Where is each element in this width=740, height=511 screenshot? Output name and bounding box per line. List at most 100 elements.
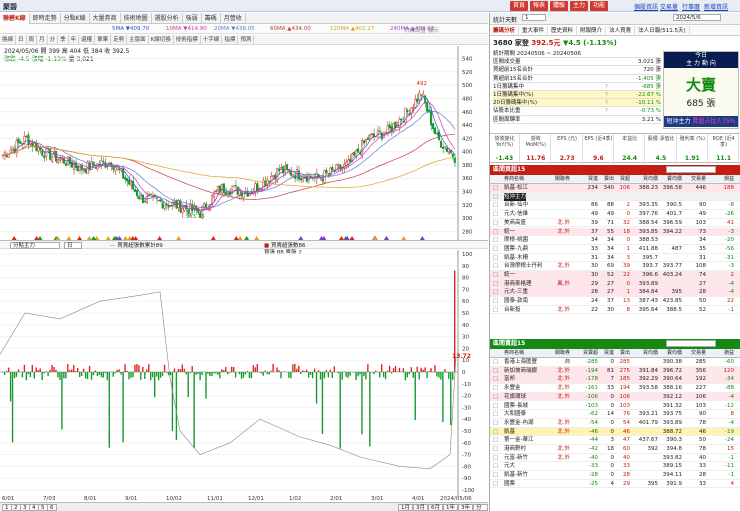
broker-row[interactable]: □ 國泰-敦南 24 37 13 387.43 423.85 50 22 bbox=[490, 297, 740, 306]
checkbox-icon[interactable]: □ bbox=[493, 480, 498, 489]
btn-main[interactable]: 主力 bbox=[570, 1, 589, 11]
tab-main-4[interactable]: 技術地圖 bbox=[121, 13, 152, 24]
broker-row[interactable]: □ 凱基-松江 234 340 106 388.23 396.58 446 188 bbox=[490, 184, 740, 193]
tab-main-8[interactable]: 月營收 bbox=[221, 13, 246, 24]
broker-row[interactable]: □ 國票-長城 -103 0 103 391.32 103 -12 bbox=[490, 402, 740, 411]
checkbox-icon[interactable]: □ bbox=[493, 393, 498, 402]
checkbox-icon[interactable]: □ bbox=[493, 297, 498, 306]
checkbox-icon[interactable]: □ bbox=[493, 236, 498, 245]
checkbox-icon[interactable]: □ bbox=[493, 219, 498, 228]
broker-row[interactable]: □ 元大 -33 0 33 389.15 33 -11 bbox=[490, 462, 740, 472]
checkbox-icon[interactable]: □ bbox=[493, 462, 498, 471]
broker-row[interactable]: □ 元大-信維 49 49 0 397.76 401.7 49 -26 bbox=[490, 210, 740, 219]
broker-row[interactable]: □ 凱基-新竹 -28 0 28 394.11 28 -1 bbox=[490, 471, 740, 480]
tool-15[interactable]: 預測 bbox=[238, 35, 255, 45]
sub-select[interactable]: 分點主力 bbox=[10, 242, 60, 249]
broker-row[interactable]: □ 台新投 北.外 22 30 8 395.64 388.5 52 -1 bbox=[490, 306, 740, 315]
price-chart[interactable]: 540 520 500 480 460 440 420 400 380 360 340 320 300 2… bbox=[0, 46, 488, 240]
range-4[interactable]: 3年 bbox=[458, 504, 473, 511]
checkbox-icon[interactable]: □ bbox=[493, 193, 498, 202]
date-select[interactable]: 2024/5/6 bbox=[673, 14, 721, 21]
broker-row[interactable]: □ 港商野村 北.外 -42 18 60 392 394.8 78 15 bbox=[490, 445, 740, 454]
btn-home[interactable]: 首頁 bbox=[510, 1, 529, 11]
broker-row[interactable]: □ 元大-三重 28 27 1 384.84 395 28 -4 bbox=[490, 288, 740, 298]
broker-row[interactable]: □ 國票 -25 4 29 395 391.9 33 4 bbox=[490, 480, 740, 489]
rp-tab-1[interactable]: 重大事件 bbox=[519, 26, 549, 36]
broker-row[interactable]: □ 摩根-桃園 34 34 0 388.53 34 -20 bbox=[490, 236, 740, 245]
range-5[interactable]: 分頁 bbox=[473, 504, 488, 511]
range-3[interactable]: 1年 bbox=[443, 504, 458, 511]
tool-4[interactable]: 分 bbox=[48, 35, 59, 45]
broker-row[interactable]: □ 港商麥格理 風.外 29 27 0 393.89 27 -4 bbox=[490, 279, 740, 289]
tool-0[interactable]: 換線 bbox=[0, 35, 17, 45]
sec-select[interactable] bbox=[666, 340, 716, 347]
broker-row[interactable]: □ 大和國泰 -62 14 76 393.21 393.75 90 8 bbox=[490, 410, 740, 419]
checkbox-icon[interactable]: □ bbox=[493, 201, 498, 210]
rp-tab-2[interactable]: 歷史資料 bbox=[548, 26, 578, 36]
checkbox-icon[interactable]: □ bbox=[493, 210, 498, 219]
tool-8[interactable]: 單筆 bbox=[95, 35, 112, 45]
broker-row[interactable]: □ 香港上海匯豐 -285 0 285 390.38 285 -60 bbox=[490, 358, 740, 367]
checkbox-icon[interactable]: □ bbox=[493, 375, 498, 384]
tab-main-1[interactable]: 即時走勢 bbox=[30, 13, 61, 24]
broker-row[interactable]: □ 美商高盛 北.外 39 71 32 388.54 396.59 103 41 bbox=[490, 219, 740, 228]
checkbox-icon[interactable]: □ bbox=[493, 445, 498, 454]
broker-row[interactable]: □ 國票-九鼎 33 34 1 411.88 487 35 -56 bbox=[490, 245, 740, 254]
tool-11[interactable]: K線切換 bbox=[149, 35, 174, 45]
range-1[interactable]: 3月 bbox=[413, 504, 428, 511]
tool-10[interactable]: 主版面 bbox=[127, 35, 149, 45]
broker-row[interactable]: □ 凱基 北.外 -46 0 46 388.72 46 -19 bbox=[490, 427, 740, 437]
checkbox-icon[interactable]: □ bbox=[493, 306, 498, 315]
checkbox-icon[interactable]: □ bbox=[493, 428, 498, 437]
tool-7[interactable]: 還權 bbox=[79, 35, 96, 45]
broker-chart[interactable]: 1009080706050403020100-10-20-30-40-50-60… bbox=[0, 250, 488, 502]
rp-tab-4[interactable]: 法人買賣 bbox=[606, 26, 636, 36]
broker-row[interactable]: □ 元富-新竹 北.外 -40 0 40 393.82 40 -1 bbox=[490, 454, 740, 463]
checkbox-icon[interactable]: □ bbox=[493, 454, 498, 463]
broker-row[interactable]: □ 凱基-木柵 31 34 3 395.7 31 -31 bbox=[490, 254, 740, 263]
checkbox-icon[interactable]: □ bbox=[493, 228, 498, 237]
tool-12[interactable]: 技術指標 bbox=[174, 35, 201, 45]
rp-tab-0[interactable]: 籌碼分析 bbox=[490, 26, 520, 36]
broker-row[interactable]: □ 永豐金-內湖 北.外 -54 0 54 401.79 393.89 78 -4 bbox=[490, 419, 740, 428]
checkbox-icon[interactable]: □ bbox=[493, 436, 498, 445]
page-6[interactable]: 6 bbox=[47, 504, 57, 511]
broker-row[interactable]: □ 花旗環球 北.外 -106 0 106 392.12 106 -4 bbox=[490, 392, 740, 402]
tool-14[interactable]: 指標 bbox=[222, 35, 239, 45]
tool-1[interactable]: 日 bbox=[16, 35, 27, 45]
link-info[interactable]: 個股資訊 bbox=[634, 2, 658, 11]
sec-select[interactable] bbox=[666, 166, 716, 173]
tab-main-7[interactable]: 籌碼 bbox=[202, 13, 221, 24]
broker-row[interactable]: □ 台灣摩根士丹利 北.外 30 69 39 393.7 393.77 108 -3 bbox=[490, 262, 740, 271]
link-cal[interactable]: 行事曆 bbox=[682, 2, 700, 11]
broker-row[interactable]: □ 永豐金 北.外 -161 33 194 393.58 388.16 227 -88 bbox=[490, 384, 740, 393]
sub-select2[interactable]: 日 bbox=[64, 242, 82, 249]
checkbox-icon[interactable]: □ bbox=[493, 384, 498, 393]
checkbox-icon[interactable]: □ bbox=[493, 471, 498, 480]
broker-row[interactable]: □ 新加坡商瑞銀 北.外 -194 81 275 391.84 396.72 356 120 bbox=[490, 366, 740, 376]
tool-13[interactable]: 十字線 bbox=[201, 35, 223, 45]
broker-row[interactable]: □ 短沖主力 bbox=[490, 192, 740, 202]
tab-main-6[interactable]: 強弱 bbox=[183, 13, 202, 24]
tab-main-2[interactable]: 分點K線 bbox=[61, 13, 90, 24]
broker-row[interactable]: □ 統一 30 52 22 396.6 403.24 74 2 bbox=[490, 271, 740, 280]
tool-6[interactable]: 年 bbox=[69, 35, 80, 45]
btn-report[interactable]: 報表 bbox=[530, 1, 549, 11]
checkbox-icon[interactable]: □ bbox=[493, 410, 498, 419]
checkbox-icon[interactable]: □ bbox=[493, 358, 498, 367]
tool-5[interactable]: 季 bbox=[58, 35, 69, 45]
checkbox-icon[interactable]: □ bbox=[493, 245, 498, 254]
broker-row[interactable]: □ 統一 北.外 37 55 18 393.85 394.22 73 -3 bbox=[490, 227, 740, 237]
range-0[interactable]: 1月 bbox=[398, 504, 413, 511]
tab-main-0[interactable]: 聯碧K線 bbox=[0, 13, 30, 24]
btn-exp[interactable]: 體驗 bbox=[550, 1, 569, 11]
checkbox-icon[interactable]: □ bbox=[493, 288, 498, 297]
btn-func[interactable]: 功能 bbox=[590, 1, 609, 11]
rp-tab-5[interactable]: 法人日報(511.5天) bbox=[635, 26, 690, 36]
checkbox-icon[interactable]: □ bbox=[493, 262, 498, 271]
checkbox-icon[interactable]: □ bbox=[493, 184, 498, 193]
checkbox-icon[interactable]: □ bbox=[493, 280, 498, 289]
days-select[interactable]: 1 bbox=[522, 14, 546, 21]
tab-main-5[interactable]: 選股分析 bbox=[152, 13, 183, 24]
checkbox-icon[interactable]: □ bbox=[493, 367, 498, 376]
